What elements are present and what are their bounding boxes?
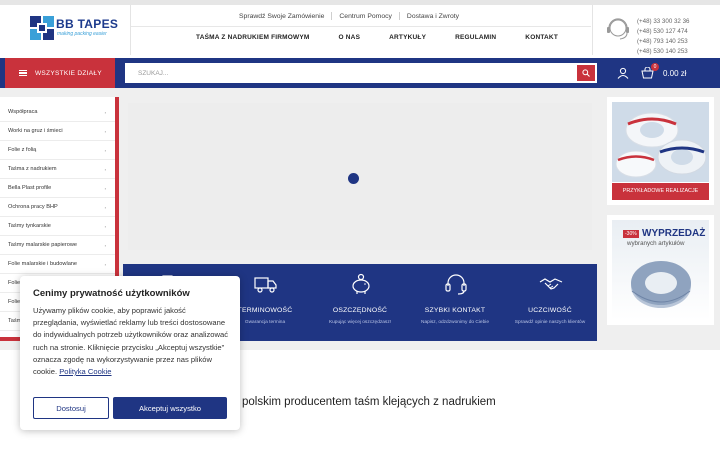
feature-subtitle: Kupując więcej oszczędzasz! <box>328 320 392 325</box>
chevron-right-icon: › <box>104 147 106 153</box>
top-link-help-center[interactable]: Centrum Pomocy <box>332 13 399 20</box>
feature-title: SZYBKI KONTAKT <box>424 307 486 314</box>
chevron-right-icon: › <box>104 223 106 229</box>
tape-roll-image <box>631 261 691 308</box>
nav-printed-tape[interactable]: TAŚMA Z NADRUKIEM FIRMOWYM <box>196 34 310 41</box>
nav-about[interactable]: O NAS <box>339 34 361 41</box>
feature-title: UCZCIWOŚĆ <box>528 307 572 314</box>
cookie-consent-dialog: Cenimy prywatność użytkowników Używamy p… <box>20 276 240 430</box>
nav-contact[interactable]: KONTAKT <box>525 34 558 41</box>
cart-total[interactable]: 0.00 zł <box>663 69 687 78</box>
phone-number[interactable]: (+48) 33 300 32 36 <box>637 17 689 27</box>
sidebar-item[interactable]: Ochrona pracy BHP › <box>0 198 115 217</box>
feature-item: SZYBKI KONTAKT Napisz, odzdzwonimy do Ci… <box>408 264 502 341</box>
sidebar-item-label: Folie malarskie i budowlane <box>8 261 78 267</box>
cookie-text: Używamy plików cookie, aby poprawić jako… <box>33 306 229 377</box>
sidebar-item-label: Folie <box>8 280 21 286</box>
site-header: BB TAPES making packing easier Sprawdź S… <box>0 5 720 55</box>
tape-rolls-image <box>612 102 709 182</box>
search-box <box>125 63 597 83</box>
sidebar-item-label: Folie <box>8 299 21 305</box>
menu-icon <box>19 70 27 76</box>
logo-mark-icon <box>30 16 54 40</box>
chevron-right-icon: › <box>104 204 106 210</box>
feature-title: OSZCZĘDNOŚĆ <box>332 307 388 314</box>
search-icon <box>582 69 590 77</box>
feature-subtitle: Napisz, odzdzwonimy do Ciebie <box>421 320 489 325</box>
main-nav: TAŚMA Z NADRUKIEM FIRMOWYM O NAS ARTYKUŁ… <box>196 34 587 41</box>
chevron-right-icon: › <box>104 109 106 115</box>
sale-title: WYPRZEDAŻ <box>642 228 706 239</box>
all-departments-button[interactable]: WSZYSTKIE DZIAŁY <box>5 58 115 88</box>
cookie-title: Cenimy prywatność użytkowników <box>33 288 190 299</box>
realizations-banner[interactable]: PRZYKŁADOWE REALIZACJE <box>607 97 714 205</box>
sale-banner-inner: -30% WYPRZEDAŻ wybranych artykułów <box>612 220 709 320</box>
sidebar-item[interactable]: Folie malarskie i budowlane › <box>0 255 115 274</box>
sidebar-item[interactable]: Folie z folią › <box>0 141 115 160</box>
chevron-right-icon: › <box>104 242 106 248</box>
divider <box>130 5 131 55</box>
divider <box>592 5 593 55</box>
top-link-shipping-returns[interactable]: Dostawa i Zwroty <box>400 13 466 20</box>
sidebar-item[interactable]: Taśmy malarskie papierowe › <box>0 236 115 255</box>
chevron-right-icon: › <box>104 166 106 172</box>
sidebar-item-label: Ochrona pracy BHP <box>8 204 58 210</box>
logo[interactable]: BB TAPES making packing easier <box>30 16 130 46</box>
sidebar-item[interactable]: Taśma z nadrukiem › <box>0 160 115 179</box>
feature-subtitle: Sprawdź opinie naszych klientów <box>514 320 586 325</box>
top-link-order-status[interactable]: Sprawdź Swoje Zamówienie <box>232 13 331 20</box>
sidebar-item[interactable]: Współpraca › <box>0 103 115 122</box>
search-button[interactable] <box>577 65 595 81</box>
cookie-body: Używamy plików cookie, aby poprawić jako… <box>33 305 233 378</box>
sidebar-item-label: Taśma z nadrukiem <box>8 166 57 172</box>
chevron-right-icon: › <box>104 185 106 191</box>
sidebar-item-label: Bella Plast profile <box>8 185 52 191</box>
phone-number[interactable]: (+48) 530 127 474 <box>637 27 689 37</box>
divider <box>131 26 591 27</box>
support-agent-icon <box>607 18 629 40</box>
sidebar-item[interactable]: Taśmy tynkarskie › <box>0 217 115 236</box>
chevron-right-icon: › <box>104 261 106 267</box>
truck-icon <box>254 277 277 293</box>
sidebar-item-label: Taśmy malarskie papierowe <box>8 242 78 248</box>
sidebar-item-label: Taśmy tynkarskie <box>8 223 51 229</box>
phone-list: (+48) 33 300 32 36 (+48) 530 127 474 (+4… <box>637 17 689 57</box>
sale-subtitle: wybranych artykułów <box>627 240 685 247</box>
hero-slider[interactable] <box>128 103 592 250</box>
user-account-icon[interactable] <box>617 67 629 79</box>
feature-item: OSZCZĘDNOŚĆ Kupując więcej oszczędzasz! <box>313 264 407 341</box>
cart-count-badge: 0 <box>651 63 659 71</box>
headset-icon <box>445 274 467 295</box>
handshake-icon <box>539 278 563 290</box>
sidebar-item-label: Współpraca <box>8 109 38 115</box>
accept-all-button[interactable]: Akceptuj wszystko <box>113 397 227 419</box>
sidebar-item[interactable]: Bella Plast profile › <box>0 179 115 198</box>
discount-badge: -30% <box>623 230 639 238</box>
search-bar-row: WSZYSTKIE DZIAŁY 0 0.00 zł <box>0 58 720 88</box>
nav-terms[interactable]: REGULAMIN <box>455 34 496 41</box>
sidebar-item-label: Folie z folią <box>8 147 37 153</box>
cookie-policy-link[interactable]: Polityka Cookie <box>59 367 111 376</box>
sidebar-item[interactable]: Worki na gruz i śmieci › <box>0 122 115 141</box>
search-input[interactable] <box>126 64 566 82</box>
feature-item: UCZCIWOŚĆ Sprawdź opinie naszych klientó… <box>503 264 597 341</box>
nav-articles[interactable]: ARTYKUŁY <box>389 34 426 41</box>
chevron-right-icon: › <box>104 128 106 134</box>
piggy-bank-icon <box>352 273 370 294</box>
phone-number[interactable]: (+48) 530 140 253 <box>637 47 689 57</box>
loading-spinner <box>348 173 359 184</box>
sale-banner[interactable]: -30% WYPRZEDAŻ wybranych artykułów <box>607 215 714 325</box>
customize-button[interactable]: Dostosuj <box>33 397 109 419</box>
logo-text: BB TAPES <box>56 17 119 31</box>
section-heading: polskim producentem taśm klejących z nad… <box>242 396 496 408</box>
realizations-label: PRZYKŁADOWE REALIZACJE <box>612 183 709 200</box>
sidebar-item-label: Worki na gruz i śmieci <box>8 128 63 134</box>
logo-tagline: making packing easier <box>57 31 107 37</box>
phone-number[interactable]: (+48) 793 140 253 <box>637 37 689 47</box>
top-links: Sprawdź Swoje Zamówienie Centrum Pomocy … <box>232 11 466 21</box>
all-departments-label: WSZYSTKIE DZIAŁY <box>35 69 102 77</box>
